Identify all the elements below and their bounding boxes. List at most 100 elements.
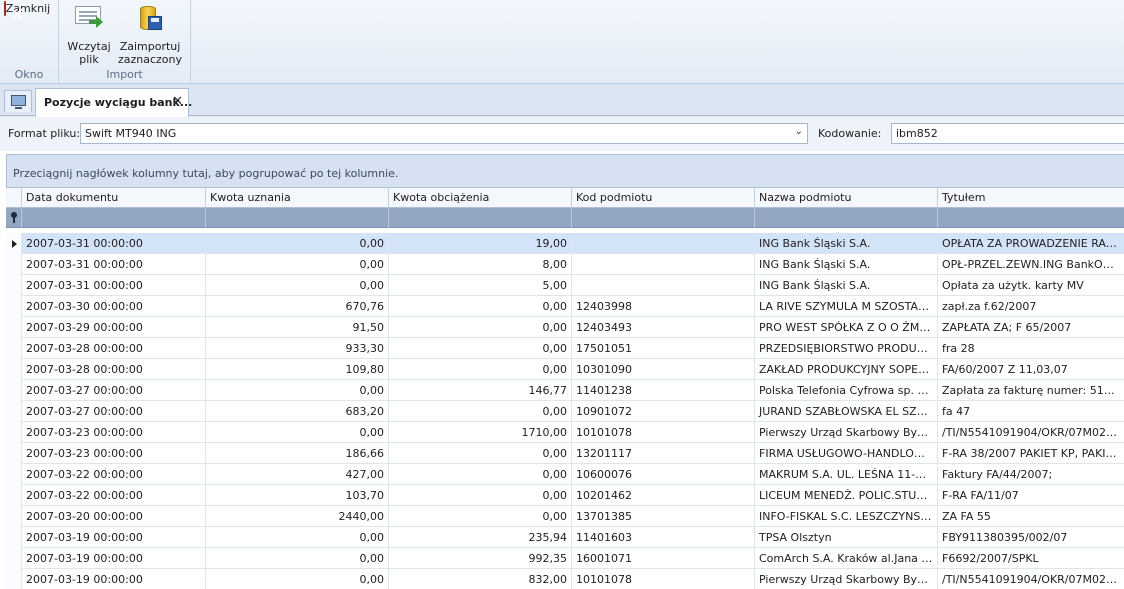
cell-date[interactable]: 2007-03-30 00:00:00 [22,296,206,317]
cell-entity-name[interactable]: ZAKŁAD PRODUKCYJNY SOPEL G... [755,359,938,380]
cell-entity-code[interactable]: 10101078 [572,422,755,443]
table-row[interactable]: 2007-03-31 00:00:00 0,00 19,00 ING Bank Ślą… [6,233,1124,254]
cell-credit[interactable]: 103,70 [206,485,389,506]
row-indicator[interactable] [6,380,22,401]
cell-entity-name[interactable]: FIRMA USŁUGOWO-HANDLOW... [755,443,938,464]
cell-date[interactable]: 2007-03-19 00:00:00 [22,548,206,569]
cell-entity-name[interactable]: PRO WEST SPÓŁKA Z O O ŻMUD... [755,317,938,338]
close-button[interactable]: Zamknij [3,1,51,16]
table-row[interactable]: 2007-03-30 00:00:00 670,76 0,00 12403998 LA … [6,296,1124,317]
row-indicator[interactable] [6,359,22,380]
cell-entity-name[interactable]: Pierwszy Urząd Skarbowy Bydg... [755,422,938,443]
cell-entity-code[interactable]: 10600076 [572,464,755,485]
filter-cell-credit[interactable] [206,208,389,228]
cell-credit[interactable]: 0,00 [206,254,389,275]
cell-date[interactable]: 2007-03-27 00:00:00 [22,380,206,401]
cell-debit[interactable]: 0,00 [389,464,572,485]
table-row[interactable]: 2007-03-19 00:00:00 0,00 235,94 11401603 TPS… [6,527,1124,548]
cell-title[interactable]: fra 28 [938,338,1124,359]
group-by-panel[interactable]: Przeciągnij nagłówek kolumny tutaj, aby … [6,154,1124,188]
import-selected-button[interactable]: Zaimportuj zaznaczony [117,2,183,66]
cell-entity-name[interactable]: ComArch S.A. Kraków al.Jana pa... [755,548,938,569]
cell-entity-name[interactable]: PRZEDSIĘBIORSTWO PRODUKCY... [755,338,938,359]
cell-debit[interactable]: 0,00 [389,359,572,380]
cell-date[interactable]: 2007-03-19 00:00:00 [22,569,206,589]
row-indicator[interactable] [6,506,22,527]
cell-debit[interactable]: 992,35 [389,548,572,569]
load-file-button[interactable]: Wczytaj plik [65,2,113,66]
cell-title[interactable]: Zapłata za fakturę numer: 512036... [938,380,1124,401]
cell-date[interactable]: 2007-03-22 00:00:00 [22,464,206,485]
filter-cell-entity-code[interactable] [572,208,755,228]
tab-start[interactable] [4,90,32,112]
cell-date[interactable]: 2007-03-28 00:00:00 [22,338,206,359]
table-row[interactable]: 2007-03-22 00:00:00 103,70 0,00 10201462 LIC… [6,485,1124,506]
table-row[interactable]: 2007-03-31 00:00:00 0,00 8,00 ING Bank Śląs… [6,254,1124,275]
cell-entity-code[interactable]: 16001071 [572,548,755,569]
table-row[interactable]: 2007-03-22 00:00:00 427,00 0,00 10600076 MAK… [6,464,1124,485]
cell-debit[interactable]: 0,00 [389,317,572,338]
cell-entity-code[interactable] [572,254,755,275]
cell-entity-code[interactable]: 10301090 [572,359,755,380]
cell-debit[interactable]: 0,00 [389,443,572,464]
cell-date[interactable]: 2007-03-31 00:00:00 [22,233,206,254]
cell-entity-name[interactable]: MAKRUM S.A. UL. LEŚNA 11-19 ... [755,464,938,485]
cell-title[interactable]: Faktury FA/44/2007; [938,464,1124,485]
cell-credit[interactable]: 0,00 [206,548,389,569]
cell-entity-code[interactable]: 10101078 [572,569,755,589]
cell-title[interactable]: ZA FA 55 [938,506,1124,527]
cell-entity-code[interactable]: 12403998 [572,296,755,317]
cell-debit[interactable]: 235,94 [389,527,572,548]
cell-debit[interactable]: 5,00 [389,275,572,296]
table-row[interactable]: 2007-03-23 00:00:00 0,00 1710,00 10101078 Pi… [6,422,1124,443]
cell-date[interactable]: 2007-03-23 00:00:00 [22,422,206,443]
cell-title[interactable]: F-RA 38/2007 PAKIET KP, PAKIET F-... [938,443,1124,464]
cell-entity-name[interactable]: LICEUM MENEDŻ. POLIC.STUD.Z... [755,485,938,506]
cell-credit[interactable]: 2440,00 [206,506,389,527]
cell-date[interactable]: 2007-03-20 00:00:00 [22,506,206,527]
table-row[interactable]: 2007-03-20 00:00:00 2440,00 0,00 13701385 IN… [6,506,1124,527]
cell-debit[interactable]: 0,00 [389,296,572,317]
cell-title[interactable]: fa 47 [938,401,1124,422]
cell-debit[interactable]: 0,00 [389,506,572,527]
cell-entity-code[interactable]: 11401238 [572,380,755,401]
row-indicator[interactable] [6,401,22,422]
cell-credit[interactable]: 427,00 [206,464,389,485]
cell-credit[interactable]: 933,30 [206,338,389,359]
cell-date[interactable]: 2007-03-29 00:00:00 [22,317,206,338]
tab-bank-statement-items[interactable]: Pozycje wyciągu bank... ✕ [35,88,192,117]
cell-entity-name[interactable]: LA RIVE SZYMULA M SZOSTAK P ... [755,296,938,317]
table-row[interactable]: 2007-03-29 00:00:00 91,50 0,00 12403493 PRO … [6,317,1124,338]
cell-title[interactable]: OPŁ-PRZEL.ZEWN.ING BankOnLin... [938,254,1124,275]
filter-cell-debit[interactable] [389,208,572,228]
row-indicator[interactable] [6,464,22,485]
format-select[interactable]: Swift MT940 ING ⌄ [80,123,808,144]
cell-title[interactable]: Opłata za użytk. karty MV [938,275,1124,296]
cell-title[interactable]: /TI/N5541091904/OKR/07M02/SF... [938,422,1124,443]
cell-entity-name[interactable]: INFO-FISKAL S.C. LESZCZYNSKIEG... [755,506,938,527]
column-header-debit[interactable]: Kwota obciążenia [389,188,572,208]
table-row[interactable]: 2007-03-28 00:00:00 933,30 0,00 17501051 PRZ… [6,338,1124,359]
filter-cell-title[interactable] [938,208,1124,228]
filter-cell-date[interactable] [22,208,206,228]
row-indicator[interactable] [6,422,22,443]
cell-credit[interactable]: 0,00 [206,275,389,296]
cell-entity-name[interactable]: Pierwszy Urząd Skarbowy Bydg... [755,569,938,589]
cell-entity-code[interactable]: 12403493 [572,317,755,338]
column-header-title[interactable]: Tytułem [938,188,1124,208]
row-indicator[interactable] [6,317,22,338]
cell-debit[interactable]: 0,00 [389,338,572,359]
cell-entity-code[interactable] [572,233,755,254]
row-indicator[interactable] [6,233,22,254]
close-tab-icon[interactable]: ✕ [172,94,183,109]
cell-credit[interactable]: 0,00 [206,422,389,443]
cell-title[interactable]: ZAPŁATA ZA; F 65/2007 [938,317,1124,338]
cell-entity-code[interactable]: 17501051 [572,338,755,359]
row-indicator[interactable] [6,485,22,506]
table-row[interactable]: 2007-03-27 00:00:00 0,00 146,77 11401238 Pol… [6,380,1124,401]
cell-date[interactable]: 2007-03-19 00:00:00 [22,527,206,548]
cell-credit[interactable]: 683,20 [206,401,389,422]
table-row[interactable]: 2007-03-31 00:00:00 0,00 5,00 ING Bank Śląs… [6,275,1124,296]
cell-credit[interactable]: 0,00 [206,380,389,401]
cell-credit[interactable]: 109,80 [206,359,389,380]
